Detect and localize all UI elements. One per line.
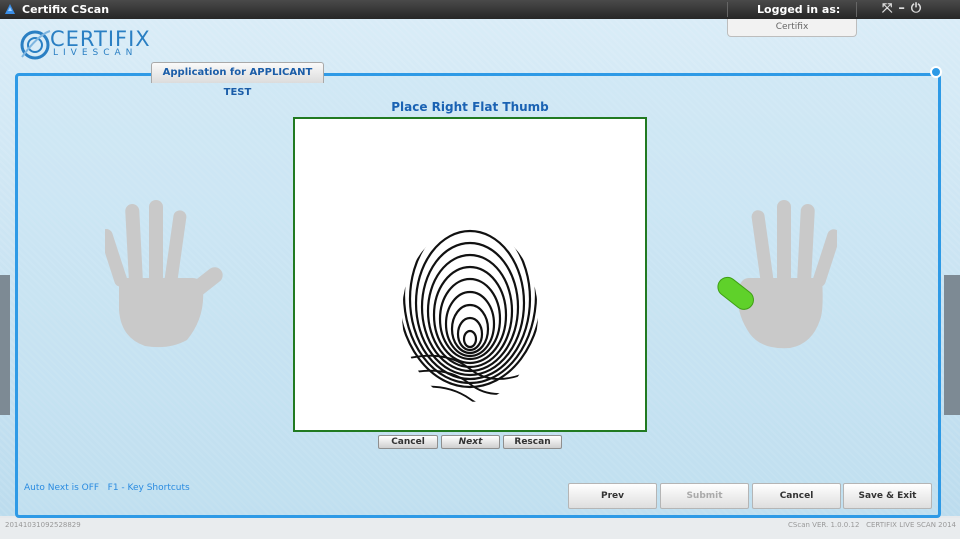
app-title: Certifix CScan xyxy=(22,3,110,16)
background-band xyxy=(944,275,960,415)
right-hand-icon xyxy=(717,200,837,349)
title-separator xyxy=(727,2,728,17)
background-band xyxy=(0,275,10,415)
scan-cancel-button[interactable]: Cancel xyxy=(378,435,438,449)
session-id: 20141031092528829 xyxy=(5,521,81,529)
logo-subtitle: LIVESCAN xyxy=(53,48,138,58)
application-tab[interactable]: Application for APPLICANT TEST xyxy=(151,62,324,98)
save-exit-button[interactable]: Save & Exit xyxy=(843,483,932,509)
scan-next-button[interactable]: Next xyxy=(441,435,500,449)
cancel-button[interactable]: Cancel xyxy=(752,483,841,509)
minimize-icon[interactable]: – xyxy=(898,1,911,16)
rescan-button[interactable]: Rescan xyxy=(503,435,562,449)
app-icon xyxy=(5,4,15,14)
title-bar: Certifix CScan Logged in as: ⤧–⏻ xyxy=(0,0,960,19)
logged-in-label: Logged in as: xyxy=(757,3,841,16)
scan-instruction: Place Right Flat Thumb xyxy=(391,100,549,114)
user-dropdown[interactable]: Certifix xyxy=(727,19,857,37)
status-text: Auto Next is OFF F1 - Key Shortcuts xyxy=(24,483,190,493)
fullscreen-icon[interactable]: ⤧ xyxy=(882,1,898,16)
submit-button[interactable]: Submit xyxy=(660,483,749,509)
power-icon[interactable]: ⏻ xyxy=(911,1,927,16)
fingerprint-image xyxy=(402,226,538,402)
left-hand-icon xyxy=(105,200,223,348)
fingerprint-scan-area xyxy=(293,117,647,432)
prev-button[interactable]: Prev xyxy=(568,483,657,509)
window-controls[interactable]: ⤧–⏻ xyxy=(882,1,927,16)
version-text: CScan VER. 1.0.0.12 CERTIFIX LIVE SCAN 2… xyxy=(788,521,956,529)
title-separator xyxy=(856,2,857,17)
frame-close-icon[interactable] xyxy=(930,66,942,78)
